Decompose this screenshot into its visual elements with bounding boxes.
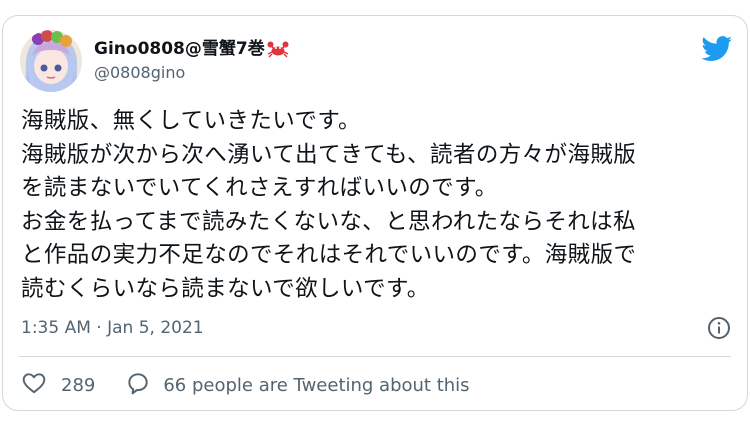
crab-icon bbox=[267, 40, 289, 58]
reply-button[interactable]: 66 people are Tweeting about this bbox=[125, 370, 470, 401]
avatar[interactable] bbox=[20, 30, 82, 92]
display-name[interactable]: Gino0808@雪蟹7巻 bbox=[94, 38, 265, 60]
like-button[interactable]: 289 bbox=[21, 370, 95, 401]
twitter-bird-icon[interactable] bbox=[701, 36, 733, 62]
avatar-image bbox=[20, 30, 82, 92]
speech-bubble-icon bbox=[125, 370, 151, 401]
user-handle[interactable]: @0808gino bbox=[94, 62, 289, 84]
tweet-actions: 289 66 people are Tweeting about this bbox=[21, 370, 470, 400]
like-count: 289 bbox=[61, 374, 96, 396]
tweet-timestamp[interactable]: 1:35 AM · Jan 5, 2021 bbox=[21, 318, 204, 338]
display-name-row[interactable]: Gino0808@雪蟹7巻 bbox=[94, 38, 289, 60]
heart-icon bbox=[21, 370, 47, 401]
tweet-meta: 1:35 AM · Jan 5, 2021 bbox=[21, 313, 731, 343]
reply-label: 66 people are Tweeting about this bbox=[163, 374, 470, 396]
divider bbox=[19, 356, 731, 357]
tweet-header: Gino0808@雪蟹7巻 @0808gino bbox=[20, 30, 289, 92]
info-icon[interactable] bbox=[707, 316, 731, 340]
user-names: Gino0808@雪蟹7巻 @0808gino bbox=[94, 38, 289, 84]
tweet-card[interactable]: Gino0808@雪蟹7巻 @0808gino 海賊版、無くしていきたいです。 … bbox=[2, 15, 748, 411]
tweet-text: 海賊版、無くしていきたいです。 海賊版が次から次へ湧いて出てきても、読者の方々が… bbox=[21, 108, 637, 302]
